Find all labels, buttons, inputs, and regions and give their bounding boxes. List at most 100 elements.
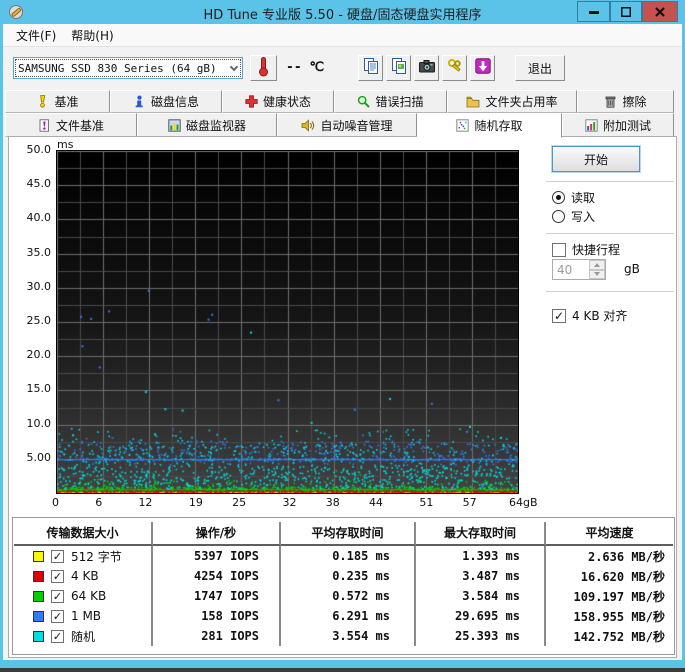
exit-button[interactable]: 退出 <box>515 55 565 81</box>
copy-text-button[interactable] <box>358 55 383 81</box>
menu-item[interactable]: 文件(F) <box>13 24 68 47</box>
start-button[interactable]: 开始 <box>552 146 640 172</box>
y-tick-label: 50.0 <box>9 143 51 156</box>
drive-select-value: SAMSUNG SSD 830 Series (64 gB) <box>14 62 226 75</box>
write-radio-label: 写入 <box>571 208 595 225</box>
read-radio[interactable]: 读取 <box>552 189 595 206</box>
series-color-swatch <box>33 611 44 622</box>
copy-text-icon <box>363 58 379 78</box>
filebench-icon <box>38 119 51 132</box>
y-tick-label: 45.0 <box>9 177 51 190</box>
table-cell-iops: 281 IOPS <box>153 626 281 646</box>
tab-错误扫描[interactable]: 错误扫描 <box>334 90 447 113</box>
tab-文件夹占用率[interactable]: 文件夹占用率 <box>447 90 577 113</box>
title-bar: HD Tune 专业版 5.50 - 硬盘/固态硬盘实用程序 <box>0 0 685 24</box>
radio-selected-icon <box>552 191 565 204</box>
tab-文件基准[interactable]: 文件基准 <box>5 113 137 137</box>
tab-擦除[interactable]: 擦除 <box>577 90 674 113</box>
table-row-label-cell: ✓ 随机 <box>14 626 153 646</box>
copy-image-button[interactable] <box>386 55 411 81</box>
table-cell-max: 1.393 ms <box>416 546 546 566</box>
tab-label: 文件基准 <box>56 117 104 134</box>
update-button[interactable] <box>470 55 495 81</box>
short-stroke-label: 快捷行程 <box>572 241 620 258</box>
align-checkbox[interactable]: ✓ 4 KB 对齐 <box>552 307 627 324</box>
x-tick-label: 0 <box>52 496 59 509</box>
x-tick-label: 44 <box>369 496 383 509</box>
random-icon <box>456 119 469 132</box>
menu-item[interactable]: 帮助(H) <box>68 24 125 47</box>
health-icon <box>245 95 258 108</box>
copy-image-icon <box>391 58 407 78</box>
chevron-down-icon[interactable] <box>226 58 242 78</box>
tab-label: 磁盘信息 <box>151 93 199 110</box>
y-tick-label: 5.00 <box>9 451 51 464</box>
short-stroke-size-stepper[interactable]: 40 <box>552 259 606 280</box>
stepper-down-button[interactable] <box>589 270 605 280</box>
options-button[interactable] <box>442 55 467 81</box>
chart-canvas <box>56 150 519 494</box>
drive-select[interactable]: SAMSUNG SSD 830 Series (64 gB) <box>13 57 243 79</box>
tab-label: 随机存取 <box>474 117 522 134</box>
table-cell-max: 3.584 ms <box>416 586 546 606</box>
x-tick-label: 64gB <box>509 496 538 509</box>
tab-row-2: 文件基准 磁盘监视器自动噪音管理 随机存取 附加测试 <box>5 113 680 137</box>
table-cell-max: 3.487 ms <box>416 566 546 586</box>
thermometer-icon <box>256 56 271 81</box>
align-checkbox-label: 4 KB 对齐 <box>572 307 627 324</box>
maximize-button[interactable] <box>610 1 642 22</box>
short-stroke-checkbox[interactable]: 快捷行程 <box>552 241 620 258</box>
checkbox-checked-icon: ✓ <box>552 309 566 323</box>
screenshot-button[interactable] <box>414 55 439 81</box>
tab-label: 文件夹占用率 <box>485 93 557 110</box>
random-access-panel: ms 50.045.040.035.030.025.020.015.010.05… <box>8 136 677 658</box>
tab-附加测试[interactable]: 附加测试 <box>562 113 674 137</box>
tab-row-1: 基准 磁盘信息 健康状态错误扫描 文件夹占用率 擦除 <box>5 90 680 113</box>
series-checkbox[interactable]: ✓ <box>51 590 64 603</box>
separator <box>546 291 674 292</box>
table-header: 最大存取时间 <box>416 522 546 546</box>
window-bottom-edge <box>0 668 685 672</box>
checkbox-unchecked-icon <box>552 243 566 257</box>
separator <box>546 233 674 234</box>
tab-自动噪音管理[interactable]: 自动噪音管理 <box>277 113 417 137</box>
menu-bar: 文件(F)帮助(H) <box>3 24 682 47</box>
info-icon <box>133 95 146 108</box>
series-checkbox[interactable]: ✓ <box>51 610 64 623</box>
tab-磁盘信息[interactable]: 磁盘信息 <box>110 90 222 113</box>
table-cell-max: 25.393 ms <box>416 626 546 646</box>
series-checkbox[interactable]: ✓ <box>51 630 64 643</box>
tab-基准[interactable]: 基准 <box>5 90 110 113</box>
series-label: 1 MB <box>71 609 101 623</box>
series-label: 随机 <box>71 628 95 645</box>
table-cell-avg: 0.572 ms <box>281 586 416 606</box>
y-tick-label: 30.0 <box>9 280 51 293</box>
table-header: 平均存取时间 <box>281 522 416 546</box>
x-tick-label: 51 <box>419 496 433 509</box>
table-cell-avg: 3.554 ms <box>281 626 416 646</box>
series-checkbox[interactable]: ✓ <box>51 550 64 563</box>
scan-icon <box>357 95 370 108</box>
app-window: HD Tune 专业版 5.50 - 硬盘/固态硬盘实用程序 文件(F)帮助(H… <box>0 0 685 672</box>
series-color-swatch <box>33 591 44 602</box>
write-radio[interactable]: 写入 <box>552 208 595 225</box>
series-checkbox[interactable]: ✓ <box>51 570 64 583</box>
table-header: 平均速度 <box>546 522 673 546</box>
x-tick-label: 57 <box>463 496 477 509</box>
tab-磁盘监视器[interactable]: 磁盘监视器 <box>137 113 277 137</box>
extra-icon <box>585 119 598 132</box>
temperature-button[interactable] <box>250 55 277 81</box>
minimize-button[interactable] <box>577 1 610 22</box>
erase-icon <box>604 95 617 108</box>
series-color-swatch <box>33 551 44 562</box>
close-button[interactable] <box>642 1 678 22</box>
y-tick-label: 15.0 <box>9 382 51 395</box>
monitor-icon <box>168 119 181 132</box>
radio-unselected-icon <box>552 210 565 223</box>
x-tick-label: 38 <box>326 496 340 509</box>
table-cell-speed: 16.620 MB/秒 <box>546 566 673 586</box>
tab-随机存取[interactable]: 随机存取 <box>417 113 562 138</box>
separator <box>546 181 674 182</box>
stepper-up-button[interactable] <box>589 260 605 270</box>
tab-健康状态[interactable]: 健康状态 <box>222 90 334 113</box>
